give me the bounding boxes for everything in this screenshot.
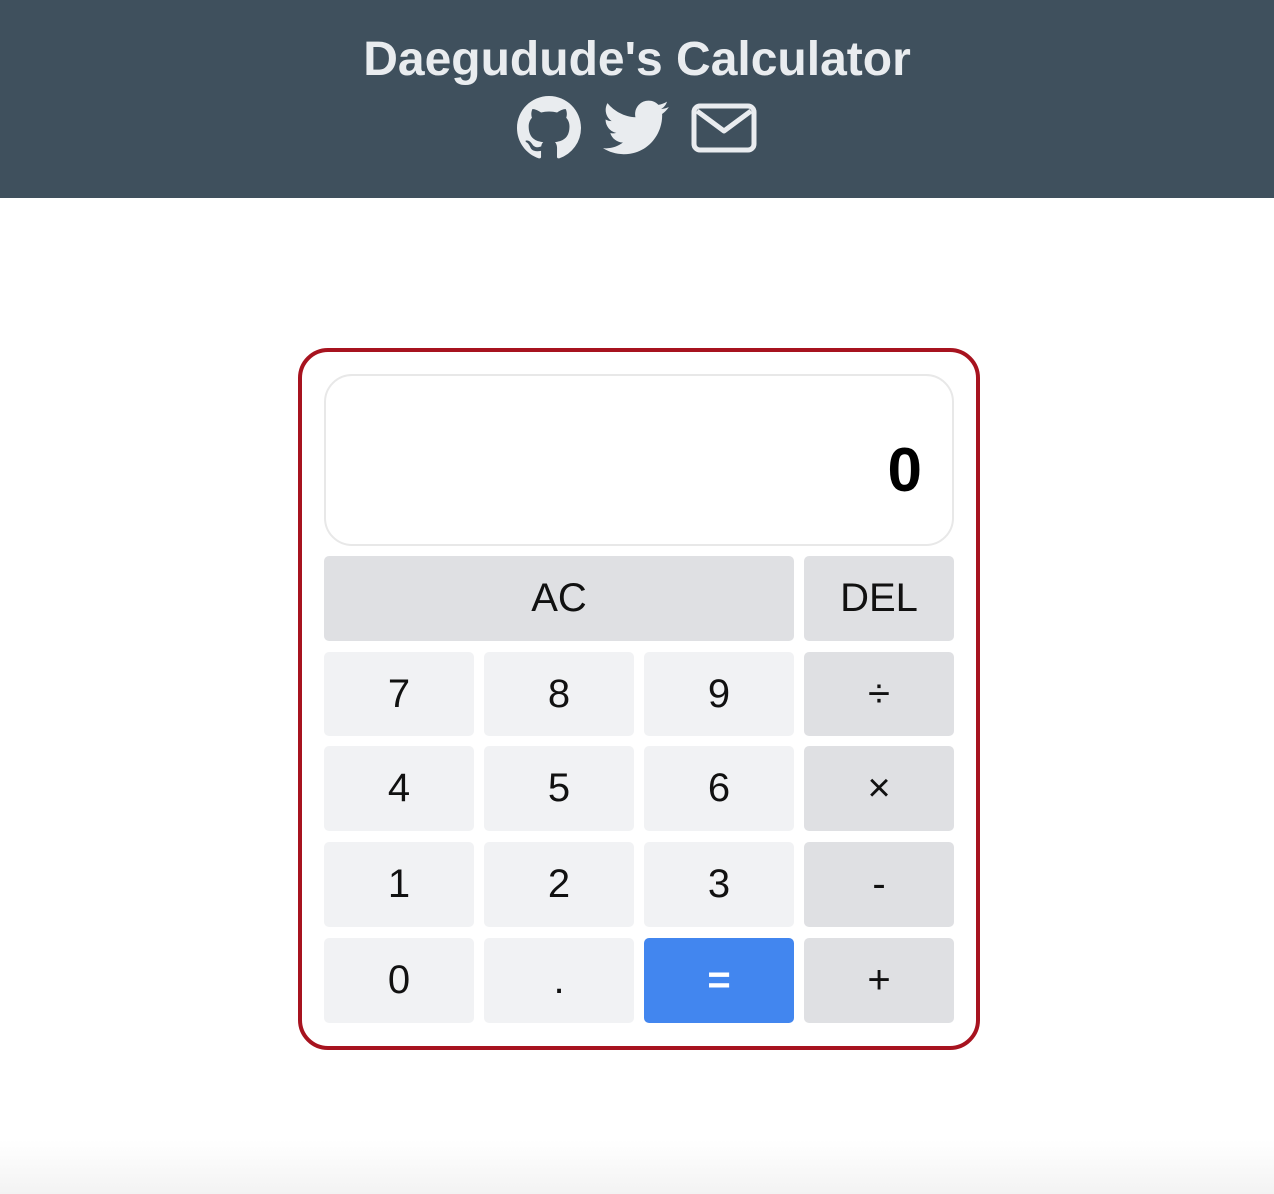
twitter-icon: [603, 100, 669, 156]
mail-icon: [691, 103, 757, 153]
mail-link[interactable]: [691, 103, 757, 153]
digit-9-button[interactable]: 9: [644, 652, 794, 736]
digit-1-button[interactable]: 1: [324, 842, 474, 927]
all-clear-button[interactable]: AC: [324, 556, 794, 641]
page-bottom-edge: [0, 1140, 1274, 1194]
digit-0-button[interactable]: 0: [324, 938, 474, 1023]
decimal-point-button[interactable]: .: [484, 938, 634, 1023]
digit-4-button[interactable]: 4: [324, 746, 474, 831]
divide-button[interactable]: ÷: [804, 652, 954, 736]
multiply-button[interactable]: ×: [804, 746, 954, 831]
digit-8-button[interactable]: 8: [484, 652, 634, 736]
calculator: 0 AC DEL 7 8 9 ÷ 4 5 6 × 1 2 3 - 0 . = +: [298, 348, 980, 1050]
equals-button[interactable]: =: [644, 938, 794, 1023]
display-value: 0: [887, 436, 922, 505]
delete-button[interactable]: DEL: [804, 556, 954, 641]
digit-5-button[interactable]: 5: [484, 746, 634, 831]
digit-2-button[interactable]: 2: [484, 842, 634, 927]
add-button[interactable]: +: [804, 938, 954, 1023]
github-icon: [517, 96, 581, 160]
twitter-link[interactable]: [603, 100, 669, 156]
digit-3-button[interactable]: 3: [644, 842, 794, 927]
social-links: [0, 96, 1274, 160]
page-header: Daegudude's Calculator: [0, 0, 1274, 198]
github-link[interactable]: [517, 96, 581, 160]
digit-6-button[interactable]: 6: [644, 746, 794, 831]
page-title: Daegudude's Calculator: [363, 33, 911, 86]
subtract-button[interactable]: -: [804, 842, 954, 927]
calculator-display: 0: [324, 374, 954, 546]
digit-7-button[interactable]: 7: [324, 652, 474, 736]
